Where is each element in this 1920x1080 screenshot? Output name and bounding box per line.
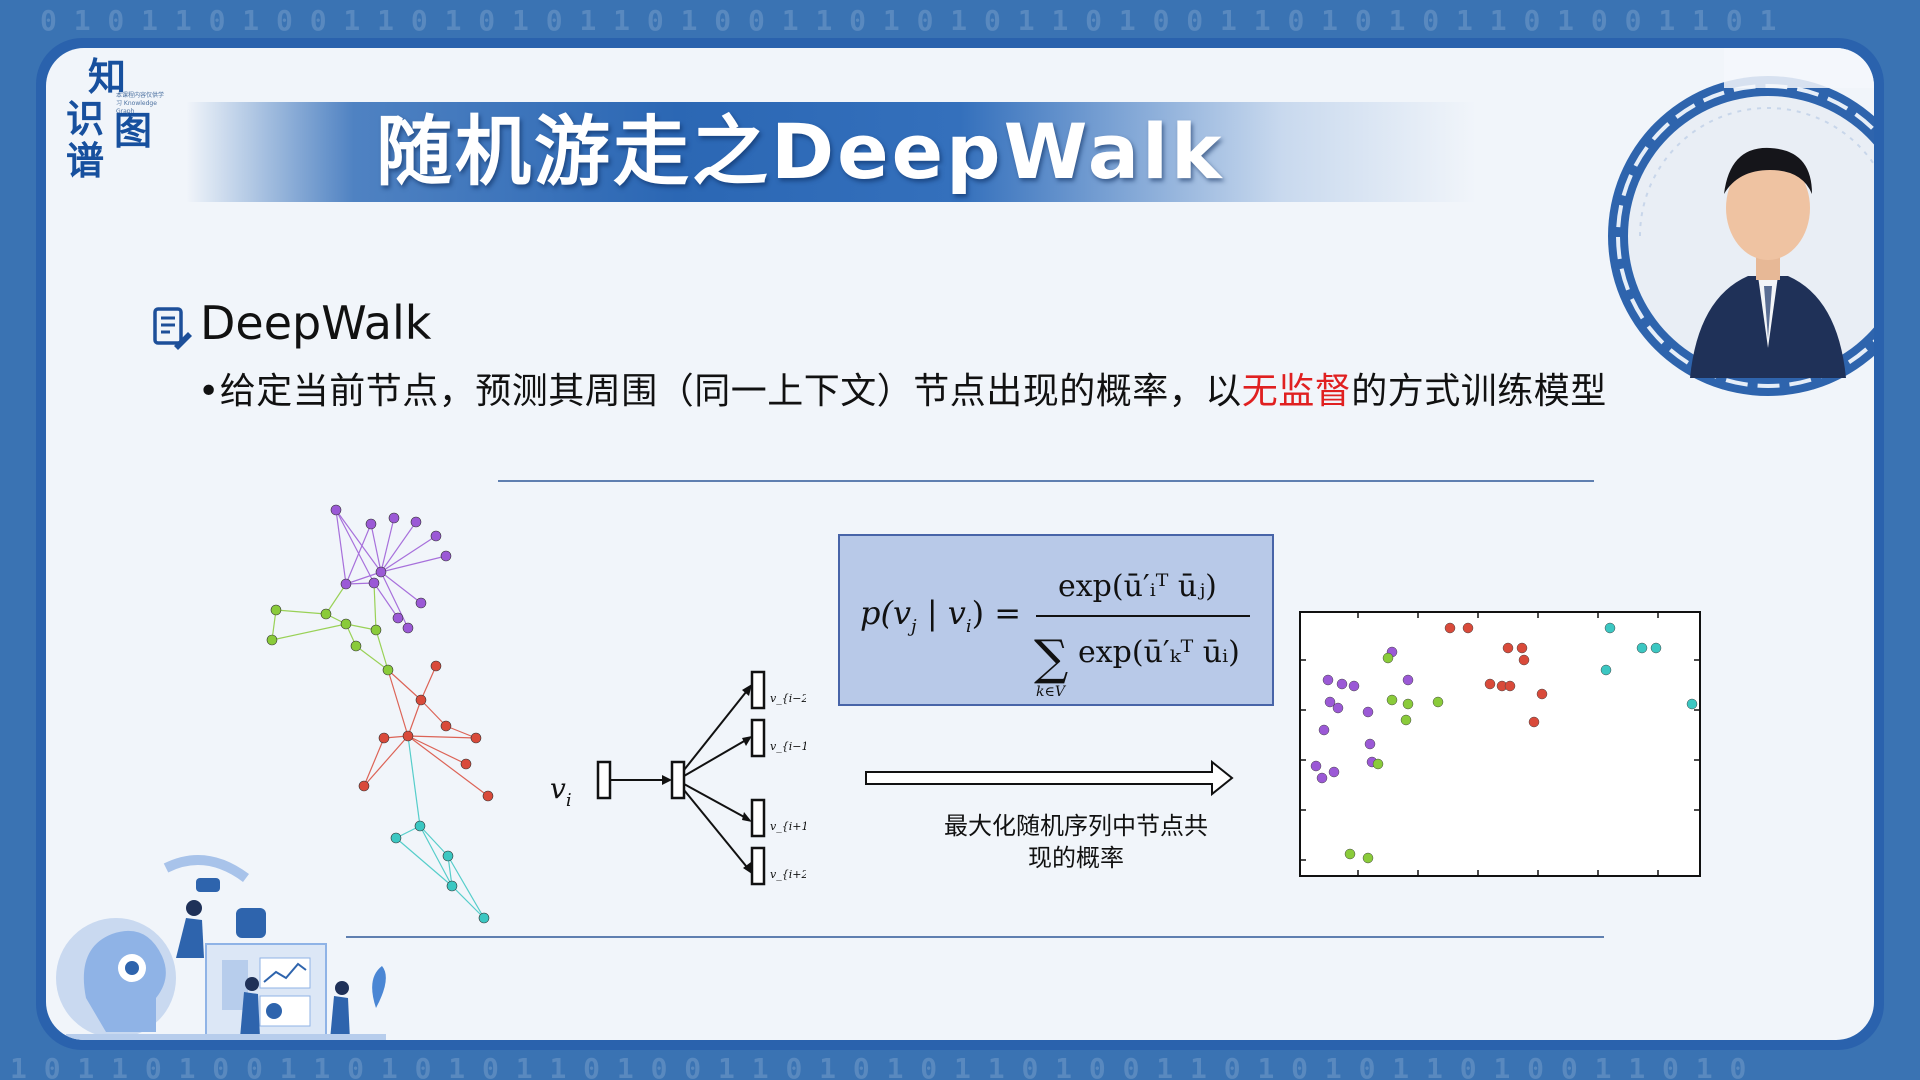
context-node-label: v_{i+1}	[770, 820, 806, 833]
bullet-point: •给定当前节点，预测其周围（同一上下文）节点出现的概率，以无监督的方式训练模型	[198, 362, 1607, 414]
ai-robot-illustration	[56, 855, 386, 1040]
formula-close: ) =	[972, 594, 1021, 632]
svg-text:vi: vi	[550, 772, 572, 811]
skipgram-input-label: v	[550, 772, 566, 805]
formula-sum-symbol: ∑	[1034, 630, 1068, 686]
logo-small-text: 本课程内容仅供学习 Knowledge Graph	[116, 92, 165, 115]
context-node-label: v_{i−2}	[770, 692, 806, 705]
section-heading: DeepWalk	[200, 296, 432, 350]
presenter-video-avatar	[1608, 48, 1874, 396]
formula-bar: | v	[917, 594, 966, 632]
svg-text:p(vj | vi) =: p(vj | vi) =	[860, 594, 1021, 637]
logo-char: 识	[66, 97, 105, 141]
slide: 知 识 图 谱 本课程内容仅供学习 Knowledge Graph 随机游走之D…	[46, 48, 1874, 1040]
caption-line: 现的概率	[1028, 844, 1124, 872]
logo-char: 谱	[66, 139, 105, 183]
arrow-caption: 最大化随机序列中节点共 现的概率	[906, 810, 1246, 874]
bullet-text: 给定当前节点，预测其周围（同一上下文）节点出现的概率，以	[219, 371, 1242, 412]
formula-lhs: p(v	[860, 594, 911, 632]
skipgram-input-subscript: i	[566, 790, 572, 811]
top-divider	[498, 480, 1594, 482]
formula-denominator: exp(ū′ₖᵀ ūᵢ)	[1078, 635, 1240, 670]
formula-sum-sub: k∈V	[1036, 684, 1067, 700]
maximize-arrow	[865, 759, 1234, 797]
caption-line: 最大化随机序列中节点共	[944, 812, 1208, 840]
skipgram-diagram: vi v_{i−2} v_{i−1} v_{i+1} v_{i+2}	[550, 670, 806, 886]
bullet-marker: •	[198, 371, 220, 412]
formula-numerator: exp(ū′ᵢᵀ ūⱼ)	[1058, 569, 1217, 604]
context-node-label: v_{i+2}	[770, 868, 806, 881]
document-edit-icon	[153, 307, 192, 350]
logo-char: 图	[114, 109, 153, 153]
bullet-text-end: 的方式训练模型	[1351, 371, 1607, 412]
embedding-scatter-plot	[1299, 611, 1701, 877]
probability-formula: p(vj | vi) = exp(ū′ᵢᵀ ūⱼ) ∑ k∈V exp(ū′ₖᵀ…	[838, 534, 1274, 706]
page-title: 随机游走之DeepWalk	[376, 107, 1225, 196]
context-node-label: v_{i−1}	[770, 740, 806, 753]
knowledge-graph-logo: 知 识 图 谱 本课程内容仅供学习 Knowledge Graph	[62, 54, 172, 194]
logo-char: 知	[88, 55, 127, 99]
bullet-highlight: 无监督	[1241, 371, 1352, 412]
